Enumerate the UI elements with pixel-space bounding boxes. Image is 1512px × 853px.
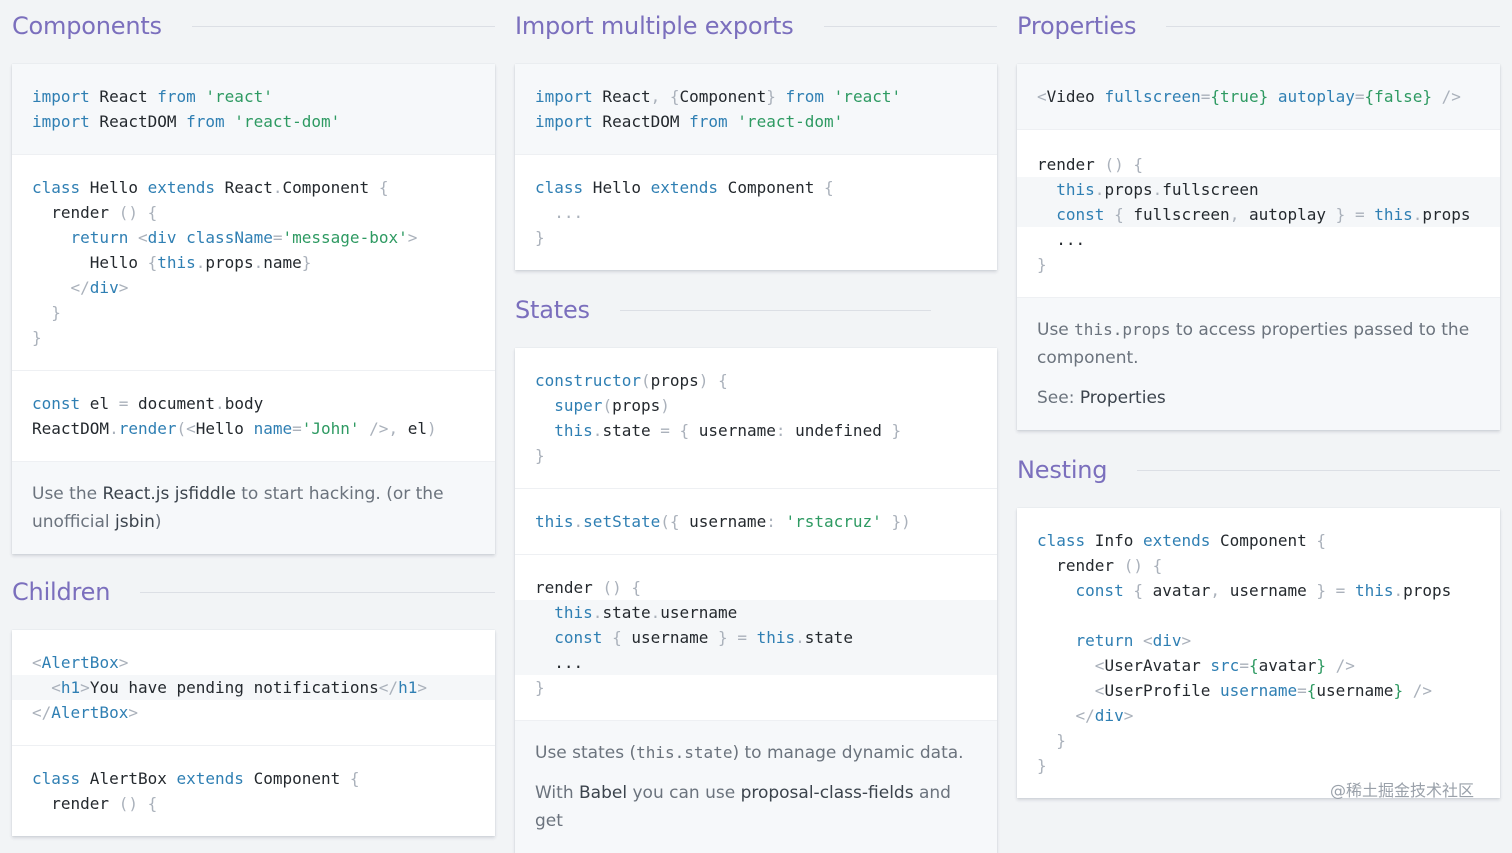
- code-block: <Video fullscreen={true} autoplay={false…: [1017, 64, 1500, 129]
- components-note: Use the React.js jsfiddle to start hacki…: [12, 461, 495, 554]
- section-header-states: States: [515, 284, 997, 336]
- column-middle: Import multiple exports import React, {C…: [515, 0, 997, 853]
- code-block: import React from 'react' import ReactDO…: [12, 64, 495, 154]
- section-title: Import multiple exports: [515, 12, 794, 40]
- section-title: States: [515, 296, 590, 324]
- code-block: constructor(props) { super(props) this.s…: [535, 371, 902, 465]
- code-block: class Hello extends React.Component { re…: [12, 154, 495, 370]
- nesting-card: class Info extends Component { render ()…: [1017, 508, 1500, 798]
- code-block: const el = document.body ReactDOM.render…: [12, 370, 495, 461]
- code-block: import React, {Component} from 'react' i…: [515, 64, 997, 154]
- code-block: class Info extends Component { render ()…: [1037, 531, 1452, 775]
- code-block: class AlertBox extends Component { rende…: [12, 745, 495, 836]
- code-block: render () { this.state.username const { …: [515, 554, 997, 720]
- section-divider: [619, 309, 931, 311]
- section-divider: [140, 591, 495, 593]
- watermark: @稀土掘金技术社区: [1330, 781, 1475, 800]
- components-card: import React from 'react' import ReactDO…: [12, 64, 495, 554]
- code-block: class Hello extends Component { ... }: [515, 154, 997, 270]
- children-card: <AlertBox> <h1>You have pending notifica…: [12, 630, 495, 836]
- section-header-import-multiple-exports: Import multiple exports: [515, 0, 997, 52]
- states-note: Use states (this.state) to manage dynami…: [515, 720, 997, 853]
- section-divider: [1166, 25, 1500, 27]
- states-card: constructor(props) { super(props) this.s…: [515, 348, 997, 853]
- section-title: Properties: [1017, 12, 1137, 40]
- section-divider: [823, 25, 997, 27]
- properties-card: <Video fullscreen={true} autoplay={false…: [1017, 64, 1500, 430]
- babel-link[interactable]: Babel: [579, 783, 627, 803]
- proposal-class-fields-link[interactable]: proposal-class-fields: [741, 783, 914, 803]
- code-block: render () { this.props.fullscreen const …: [1017, 129, 1500, 297]
- code-block: this.setState({ username: 'rstacruz' }): [515, 488, 997, 554]
- properties-note: Use this.props to access properties pass…: [1017, 297, 1500, 430]
- jsbin-link[interactable]: jsbin: [115, 512, 155, 532]
- column-right: Properties <Video fullscreen={true} auto…: [1017, 0, 1500, 798]
- section-title: Nesting: [1017, 456, 1108, 484]
- section-header-components: Components: [12, 0, 495, 52]
- section-divider: [1137, 469, 1500, 471]
- column-left: Components import React from 'react' imp…: [12, 0, 495, 836]
- react-jsfiddle-link[interactable]: React.js jsfiddle: [102, 484, 235, 504]
- section-header-nesting: Nesting: [1017, 444, 1500, 496]
- section-title: Children: [12, 578, 111, 606]
- section-title: Components: [12, 12, 162, 40]
- section-header-children: Children: [12, 566, 495, 618]
- import-multiple-card: import React, {Component} from 'react' i…: [515, 64, 997, 270]
- section-header-properties: Properties: [1017, 0, 1500, 52]
- code-block: <AlertBox> <h1>You have pending notifica…: [12, 630, 495, 745]
- section-divider: [191, 25, 495, 27]
- properties-link[interactable]: Properties: [1080, 388, 1166, 408]
